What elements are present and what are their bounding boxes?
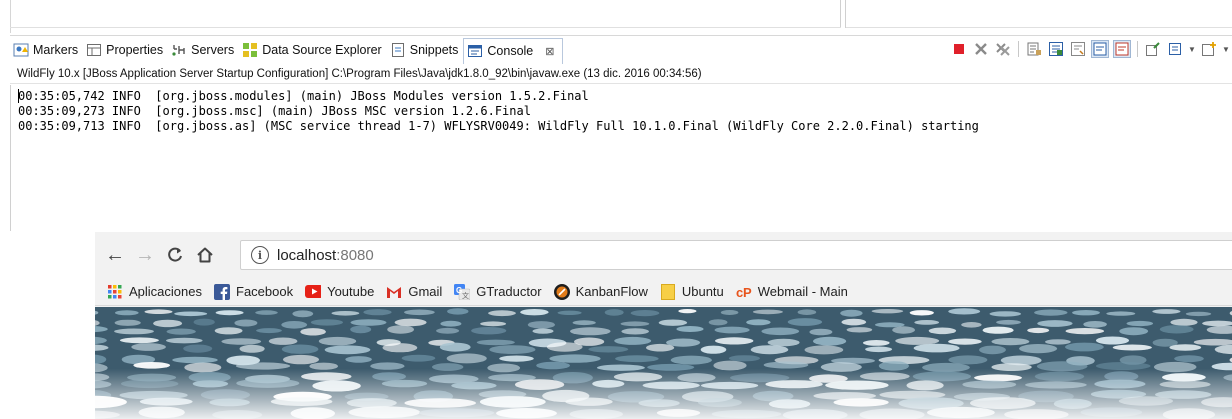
webmail-icon: cP bbox=[736, 284, 752, 300]
console-output[interactable]: 00:35:05,742 INFO [org.jboss.modules] (m… bbox=[10, 85, 1232, 231]
chevron-down-icon[interactable]: ▼ bbox=[1188, 40, 1196, 58]
log-line: 00:35:09,713 INFO [org.jboss.as] (MSC se… bbox=[18, 119, 979, 133]
reload-icon bbox=[168, 247, 182, 262]
chevron-down-icon[interactable]: ▼ bbox=[1222, 40, 1230, 58]
tab-markers[interactable]: Markers bbox=[10, 38, 83, 62]
bookmarks-bar: Aplicaciones Facebook Youtube Gmail G文 G… bbox=[95, 278, 1232, 306]
bookmark-facebook[interactable]: Facebook bbox=[214, 283, 294, 300]
bookmark-label: Facebook bbox=[236, 284, 294, 299]
chrome-browser-window: ← → i localhost:8080 Aplicaciones Facebo… bbox=[95, 232, 1232, 419]
bookmark-label: Webmail - Main bbox=[757, 284, 848, 299]
word-wrap-icon[interactable] bbox=[1069, 40, 1087, 58]
display-selected-console-icon[interactable] bbox=[1166, 40, 1184, 58]
servers-icon bbox=[171, 42, 187, 58]
data-source-explorer-icon bbox=[242, 42, 258, 58]
remove-all-terminated-icon[interactable] bbox=[994, 40, 1012, 58]
eclipse-console-view: Markers Properties Servers Data Source E… bbox=[0, 0, 1232, 232]
back-button[interactable]: ← bbox=[101, 241, 129, 269]
bookmark-label: Gmail bbox=[408, 284, 443, 299]
url-text: localhost:8080 bbox=[277, 247, 374, 264]
apps-grid-icon bbox=[107, 284, 123, 300]
console-icon bbox=[467, 43, 483, 59]
log-line: 00:35:05,742 INFO [org.jboss.modules] (m… bbox=[18, 89, 589, 103]
bookmark-label: Ubuntu bbox=[681, 284, 724, 299]
tab-properties[interactable]: Properties bbox=[83, 38, 168, 62]
tab-snippets-label: Snippets bbox=[409, 42, 459, 57]
console-toolbar: ▼ ▼ bbox=[948, 38, 1232, 60]
reload-button[interactable] bbox=[161, 241, 189, 269]
home-icon bbox=[197, 247, 213, 263]
bookmark-label: GTraductor bbox=[476, 284, 542, 299]
tab-console[interactable]: Console ⊠ bbox=[463, 37, 564, 64]
editor-area-edge bbox=[0, 0, 1232, 34]
home-button[interactable] bbox=[191, 241, 219, 269]
tab-data-source-explorer[interactable]: Data Source Explorer bbox=[239, 38, 387, 62]
console-log: 00:35:05,742 INFO [org.jboss.modules] (m… bbox=[18, 89, 979, 134]
address-bar[interactable]: i localhost:8080 bbox=[240, 240, 1232, 270]
bookmark-label: Aplicaciones bbox=[129, 284, 202, 299]
clear-console-icon[interactable] bbox=[1025, 40, 1043, 58]
svg-text:文: 文 bbox=[462, 291, 469, 300]
tab-servers[interactable]: Servers bbox=[168, 38, 239, 62]
open-console-icon[interactable] bbox=[1200, 40, 1218, 58]
bookmark-gmail[interactable]: Gmail bbox=[386, 284, 442, 300]
terminate-icon[interactable] bbox=[950, 40, 968, 58]
forward-button[interactable]: → bbox=[131, 241, 159, 269]
tab-markers-label: Markers bbox=[33, 42, 79, 57]
svg-text:P: P bbox=[743, 285, 752, 299]
close-icon[interactable]: ⊠ bbox=[545, 45, 554, 58]
bookmark-webmail-main[interactable]: cP Webmail - Main bbox=[736, 284, 848, 300]
console-description: WildFly 10.x [JBoss Application Server S… bbox=[10, 64, 1232, 84]
folder-icon bbox=[660, 283, 676, 300]
gmail-icon bbox=[386, 284, 402, 300]
facebook-icon bbox=[214, 283, 230, 300]
bookmark-gtraductor[interactable]: G文 GTraductor bbox=[454, 283, 542, 300]
markers-icon bbox=[13, 42, 29, 58]
log-line: 00:35:09,273 INFO [org.jboss.msc] (main)… bbox=[18, 104, 531, 118]
show-on-stderr-icon[interactable] bbox=[1113, 40, 1131, 58]
tab-properties-label: Properties bbox=[106, 42, 164, 57]
youtube-icon bbox=[305, 284, 322, 300]
bookmark-label: KanbanFlow bbox=[575, 284, 648, 299]
pin-console-icon[interactable] bbox=[1144, 40, 1162, 58]
bookmark-ubuntu[interactable]: Ubuntu bbox=[660, 283, 724, 300]
remove-launch-icon[interactable] bbox=[972, 40, 990, 58]
bookmark-aplicaciones[interactable]: Aplicaciones bbox=[107, 284, 202, 300]
google-translate-icon: G文 bbox=[454, 283, 471, 300]
bookmark-kanbanflow[interactable]: KanbanFlow bbox=[553, 283, 648, 300]
bookmark-youtube[interactable]: Youtube bbox=[305, 284, 374, 300]
info-icon[interactable]: i bbox=[251, 246, 269, 264]
page-banner-image bbox=[95, 307, 1232, 419]
url-port: :8080 bbox=[336, 246, 374, 264]
snippets-icon bbox=[390, 42, 406, 58]
kanbanflow-icon bbox=[553, 283, 570, 300]
show-on-stdout-icon[interactable] bbox=[1091, 40, 1109, 58]
navigation-bar: ← → i localhost:8080 bbox=[95, 232, 1232, 278]
dotted-banner-pattern bbox=[95, 307, 1232, 419]
scroll-lock-icon[interactable] bbox=[1047, 40, 1065, 58]
bookmark-label: Youtube bbox=[327, 284, 375, 299]
tab-servers-label: Servers bbox=[191, 42, 235, 57]
tab-console-label: Console bbox=[487, 44, 534, 58]
tab-data-source-explorer-label: Data Source Explorer bbox=[262, 42, 382, 57]
url-host: localhost bbox=[277, 246, 337, 264]
tab-snippets[interactable]: Snippets bbox=[387, 38, 464, 62]
properties-icon bbox=[86, 42, 102, 58]
